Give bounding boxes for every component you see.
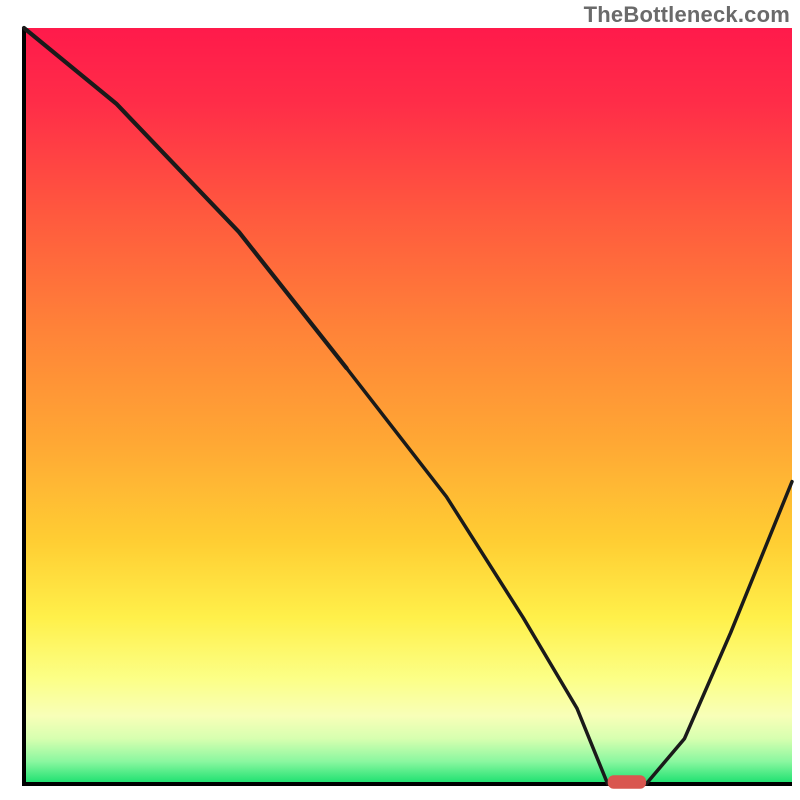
- chart-container: TheBottleneck.com: [0, 0, 800, 800]
- watermark-text: TheBottleneck.com: [584, 2, 790, 28]
- plot-background: [24, 28, 792, 784]
- chart-svg: [0, 0, 800, 800]
- optimal-marker: [608, 775, 646, 789]
